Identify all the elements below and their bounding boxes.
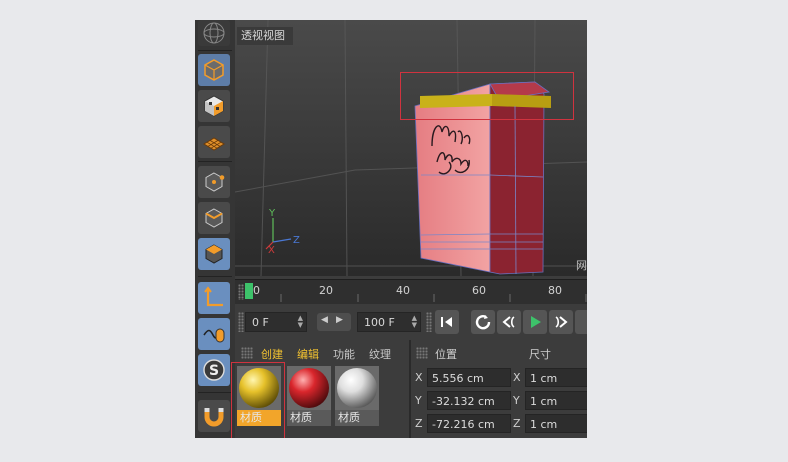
- end-frame-field[interactable]: 100 F ▲ ▼: [357, 312, 421, 332]
- viewport-scene: Y Z X: [235, 20, 587, 276]
- material-manager: 创建 编辑 功能 纹理 材质 材质 材质: [231, 340, 409, 438]
- material-swatch-white[interactable]: 材质: [335, 366, 379, 426]
- material-label: 材质: [290, 411, 312, 424]
- arrow-left-icon: ◀: [321, 315, 328, 325]
- start-frame-field[interactable]: 0 F ▲ ▼: [245, 312, 307, 332]
- sphere-grid-icon[interactable]: [198, 20, 230, 46]
- size-z-value: 1 cm: [530, 418, 558, 431]
- coords-grip[interactable]: [416, 347, 428, 359]
- menu-texture[interactable]: 纹理: [369, 346, 391, 362]
- next-key-icon[interactable]: [575, 310, 587, 334]
- checker-cube-icon[interactable]: [198, 90, 230, 122]
- menu-create[interactable]: 创建: [261, 346, 283, 362]
- axis-icon[interactable]: [198, 282, 230, 314]
- pos-y-field[interactable]: -32.132 cm: [427, 391, 511, 410]
- snap-s-icon[interactable]: S: [198, 354, 230, 386]
- material-label: 材质: [338, 411, 360, 424]
- perspective-viewport[interactable]: Y Z X 透视视图 网: [235, 20, 587, 276]
- start-frame-value: 0 F: [252, 316, 269, 329]
- prev-key-icon[interactable]: [471, 310, 495, 334]
- coordinates-panel: 位置 尺寸 X 5.556 cm X 1 cm Y -32.132 cm Y 1…: [409, 340, 587, 438]
- material-grip[interactable]: [241, 347, 253, 359]
- size-axis-label: Z: [513, 417, 521, 430]
- magnet-icon[interactable]: [198, 400, 230, 432]
- spin-arrows-icon[interactable]: ▲ ▼: [298, 315, 303, 329]
- play-icon[interactable]: [523, 310, 547, 334]
- size-axis-label: X: [513, 371, 521, 384]
- material-sphere-red: [287, 366, 331, 410]
- viewport-title[interactable]: 透视视图: [237, 27, 293, 45]
- size-y-field[interactable]: 1 cm: [525, 391, 587, 410]
- selection-highlight: [231, 362, 285, 438]
- size-y-value: 1 cm: [530, 395, 558, 408]
- size-header: 尺寸: [529, 348, 551, 361]
- end-frame-value: 100 F: [364, 316, 395, 329]
- goto-start-icon[interactable]: [435, 310, 459, 334]
- svg-text:S: S: [209, 363, 219, 379]
- point-mode-icon[interactable]: [198, 166, 230, 198]
- poly-mode-icon[interactable]: [198, 238, 230, 270]
- spin-arrows-icon[interactable]: ▲ ▼: [412, 315, 417, 329]
- material-sphere-white: [335, 366, 379, 410]
- next-frame-icon[interactable]: [549, 310, 573, 334]
- size-x-value: 1 cm: [530, 372, 558, 385]
- arrow-right-icon: ▶: [336, 315, 343, 325]
- timeline-ruler[interactable]: 0 20 40 60 80: [235, 279, 587, 304]
- transport-grip[interactable]: [426, 312, 432, 332]
- svg-text:Y: Y: [268, 208, 276, 219]
- edge-mode-icon[interactable]: [198, 202, 230, 234]
- selection-highlight: [400, 72, 574, 120]
- pos-axis-label: X: [415, 371, 423, 384]
- transport-grip[interactable]: [238, 312, 244, 332]
- pos-x-field[interactable]: 5.556 cm: [427, 368, 511, 387]
- c4d-window: S Y Z X 透视视图 网 0 20 40 60 80 0 F ▲ ▼ ◀ ▶…: [195, 20, 587, 438]
- size-x-field[interactable]: 1 cm: [525, 368, 587, 387]
- menu-edit[interactable]: 编辑: [297, 346, 319, 362]
- position-header: 位置: [435, 348, 457, 361]
- pos-y-value: -32.132 cm: [432, 395, 495, 408]
- svg-text:X: X: [268, 245, 275, 256]
- pos-x-value: 5.556 cm: [432, 372, 484, 385]
- pos-z-value: -72.216 cm: [432, 418, 495, 431]
- viewport-corner-label: 网: [576, 259, 587, 272]
- timeline-ticks: [280, 294, 587, 302]
- size-axis-label: Y: [513, 394, 520, 407]
- pos-z-field[interactable]: -72.216 cm: [427, 414, 511, 433]
- pos-axis-label: Z: [415, 417, 423, 430]
- menu-function[interactable]: 功能: [333, 346, 355, 362]
- transport-bar: 0 F ▲ ▼ ◀ ▶ 100 F ▲ ▼: [235, 306, 587, 338]
- material-swatch-red[interactable]: 材质: [287, 366, 331, 426]
- range-arrows-button[interactable]: ◀ ▶: [317, 313, 351, 331]
- grid-plane-icon[interactable]: [198, 126, 230, 158]
- size-z-field[interactable]: 1 cm: [525, 414, 587, 433]
- pos-axis-label: Y: [415, 394, 422, 407]
- prev-frame-icon[interactable]: [497, 310, 521, 334]
- sculpt-mouse-icon[interactable]: [198, 318, 230, 350]
- svg-text:Z: Z: [293, 235, 300, 246]
- cube-mode-icon[interactable]: [198, 54, 230, 86]
- left-toolbar: S: [195, 20, 235, 438]
